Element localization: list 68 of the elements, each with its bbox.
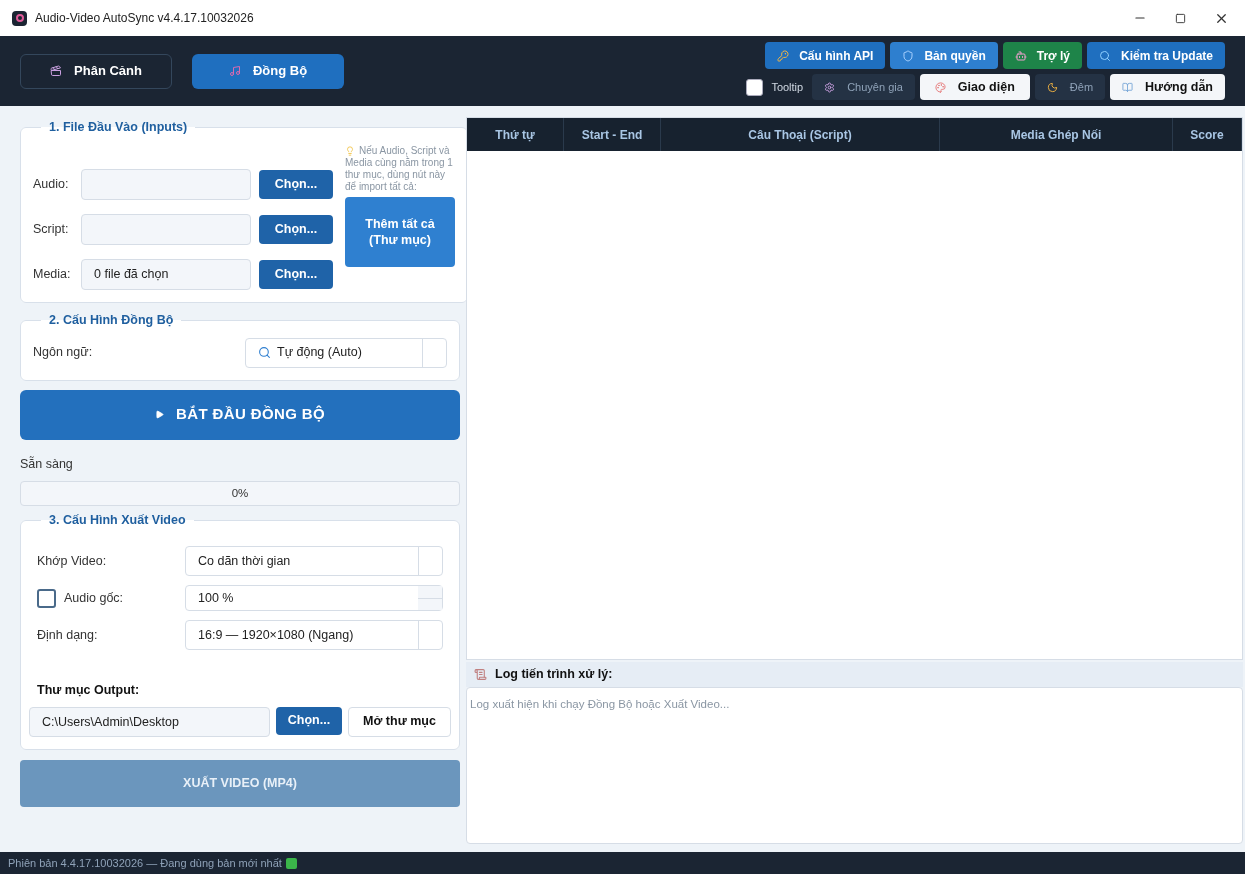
input-field[interactable]: 0 file đã chọn (81, 258, 251, 290)
maximize-icon[interactable] (1175, 12, 1186, 24)
scroll-icon (474, 668, 487, 681)
tooltip-label: Tooltip (771, 79, 804, 95)
search-icon (1098, 49, 1111, 62)
tooltip-checkbox[interactable] (746, 78, 764, 96)
mode-tab[interactable]: Phân Cảnh (20, 53, 172, 89)
play-icon (155, 410, 164, 419)
output-path-field[interactable]: C:\Users\Admin\Desktop (29, 706, 270, 737)
view-button[interactable]: Chuyên gia (812, 74, 915, 100)
column-header[interactable]: Câu Thoại (Script) (661, 118, 940, 151)
spin-box[interactable]: 100 % (185, 585, 443, 611)
toolbar-button[interactable]: Bản quyền (890, 42, 998, 69)
section-title: 3. Cấu Hình Xuất Video (48, 512, 187, 530)
column-header[interactable]: Score (1173, 118, 1242, 151)
field-label: Media: (33, 265, 72, 283)
robot-icon (1014, 49, 1027, 62)
key-icon (777, 49, 790, 62)
mode-tab[interactable]: Đồng Bộ (192, 53, 344, 89)
settings-icon (824, 81, 836, 93)
field-label: Ngôn ngữ: (33, 344, 94, 362)
field-label: Khớp Video: (37, 552, 107, 570)
field-label: Script: (33, 220, 70, 238)
field-label: Định dạng: (37, 626, 98, 644)
section-title: 1. File Đầu Vào (Inputs) (48, 119, 189, 136)
toolbar-button[interactable]: Trợ lý (1002, 42, 1082, 69)
view-button[interactable]: Đêm (1034, 74, 1106, 100)
dropdown[interactable]: Tự động (Auto) (245, 337, 447, 368)
book-icon (1122, 81, 1134, 93)
checkbox[interactable] (37, 588, 56, 608)
status-text: Sẵn sàng (20, 455, 74, 473)
output-label: Thư mục Output: (37, 682, 141, 699)
input-field[interactable] (81, 213, 251, 245)
section-title: 2. Cấu Hình Đồng Bộ (48, 311, 175, 329)
column-header[interactable]: Thứ tự (467, 118, 564, 151)
palette-icon (934, 81, 946, 93)
start-sync-button[interactable]: BẮT ĐẦU ĐỒNG BỘ (20, 389, 460, 440)
toolbar-button[interactable]: Cấu hình API (765, 42, 886, 69)
search-icon (258, 346, 271, 359)
lightbulb-icon (345, 146, 355, 157)
clapperboard-icon (50, 65, 63, 77)
dropdown[interactable]: 16:9 — 1920×1080 (Ngang) (185, 620, 443, 650)
log-area[interactable]: Log xuất hiện khi chạy Đồng Bộ hoặc Xuất Video... (466, 687, 1243, 844)
dropdown[interactable]: Co dãn thời gian (185, 546, 443, 576)
choose-button[interactable]: Chọn... (259, 169, 333, 199)
music-note-icon (228, 65, 241, 77)
field-label: Audio gốc: (64, 589, 124, 607)
app-logo-icon (12, 10, 27, 26)
view-button[interactable]: Giao diện (919, 74, 1030, 100)
progress-reading: 0% (231, 486, 249, 502)
input-field[interactable] (81, 168, 251, 200)
choose-button[interactable]: Chọn... (259, 214, 333, 244)
log-title: Log tiến trình xử lý: (495, 666, 613, 684)
status-bar-text: Phiên bản 4.4.17.10032026 — Đang dùng bản mới nhất (8, 855, 282, 871)
toolbar-button[interactable]: Kiểm tra Update (1086, 42, 1225, 69)
choose-button[interactable]: Chọn... (276, 706, 342, 735)
column-header[interactable]: Start - End (564, 118, 661, 151)
open-folder-button[interactable]: Mở thư mục (348, 706, 451, 737)
shield-icon (902, 49, 915, 62)
column-header[interactable]: Media Ghép Nối (940, 118, 1173, 151)
hint-text: Nếu Audio, Script và Media cùng nằm trong 1 thư mục, dùng nút này để import tất cả: (345, 144, 454, 193)
view-button[interactable]: Hướng dẫn (1110, 74, 1225, 100)
choose-button[interactable]: Chọn... (259, 259, 333, 289)
add-all-button[interactable]: Thêm tất cả (Thư mục) (345, 196, 455, 267)
check-icon (285, 857, 297, 869)
window-title: Audio-Video AutoSync v4.4.17.10032026 (35, 10, 254, 27)
moon-icon (1046, 81, 1058, 93)
field-label: Audio: (33, 175, 70, 193)
